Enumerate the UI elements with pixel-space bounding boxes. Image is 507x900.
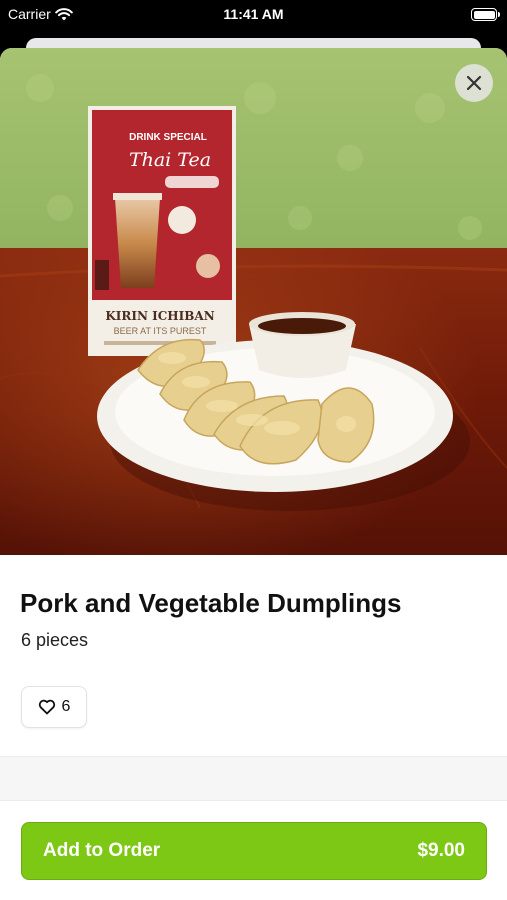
like-count: 6 [61,698,71,715]
item-photo: DRINK SPECIAL Thai Tea KIRIN ICHIBAN BEE… [0,48,507,555]
close-button[interactable] [455,64,493,102]
svg-text:BEER AT ITS PUREST: BEER AT ITS PUREST [114,326,207,336]
battery-icon [471,8,500,21]
svg-text:KIRIN ICHIBAN: KIRIN ICHIBAN [105,309,214,323]
svg-text:Thai Tea: Thai Tea [129,149,211,171]
section-divider [0,756,507,801]
status-time: 11:41 AM [223,6,284,22]
like-button[interactable]: 6 [21,686,87,728]
item-detail-sheet: DRINK SPECIAL Thai Tea KIRIN ICHIBAN BEE… [0,48,507,900]
item-description: 6 pieces [21,630,89,650]
close-icon [466,75,482,91]
heart-icon [38,699,55,715]
item-title: Pork and Vegetable Dumplings [20,588,402,618]
status-bar: Carrier 11:41 AM [0,0,507,30]
add-to-order-button[interactable]: Add to Order $9.00 [21,822,487,880]
item-price: $9.00 [417,840,465,861]
add-to-order-label: Add to Order [43,840,161,861]
svg-text:DRINK SPECIAL: DRINK SPECIAL [129,132,207,143]
